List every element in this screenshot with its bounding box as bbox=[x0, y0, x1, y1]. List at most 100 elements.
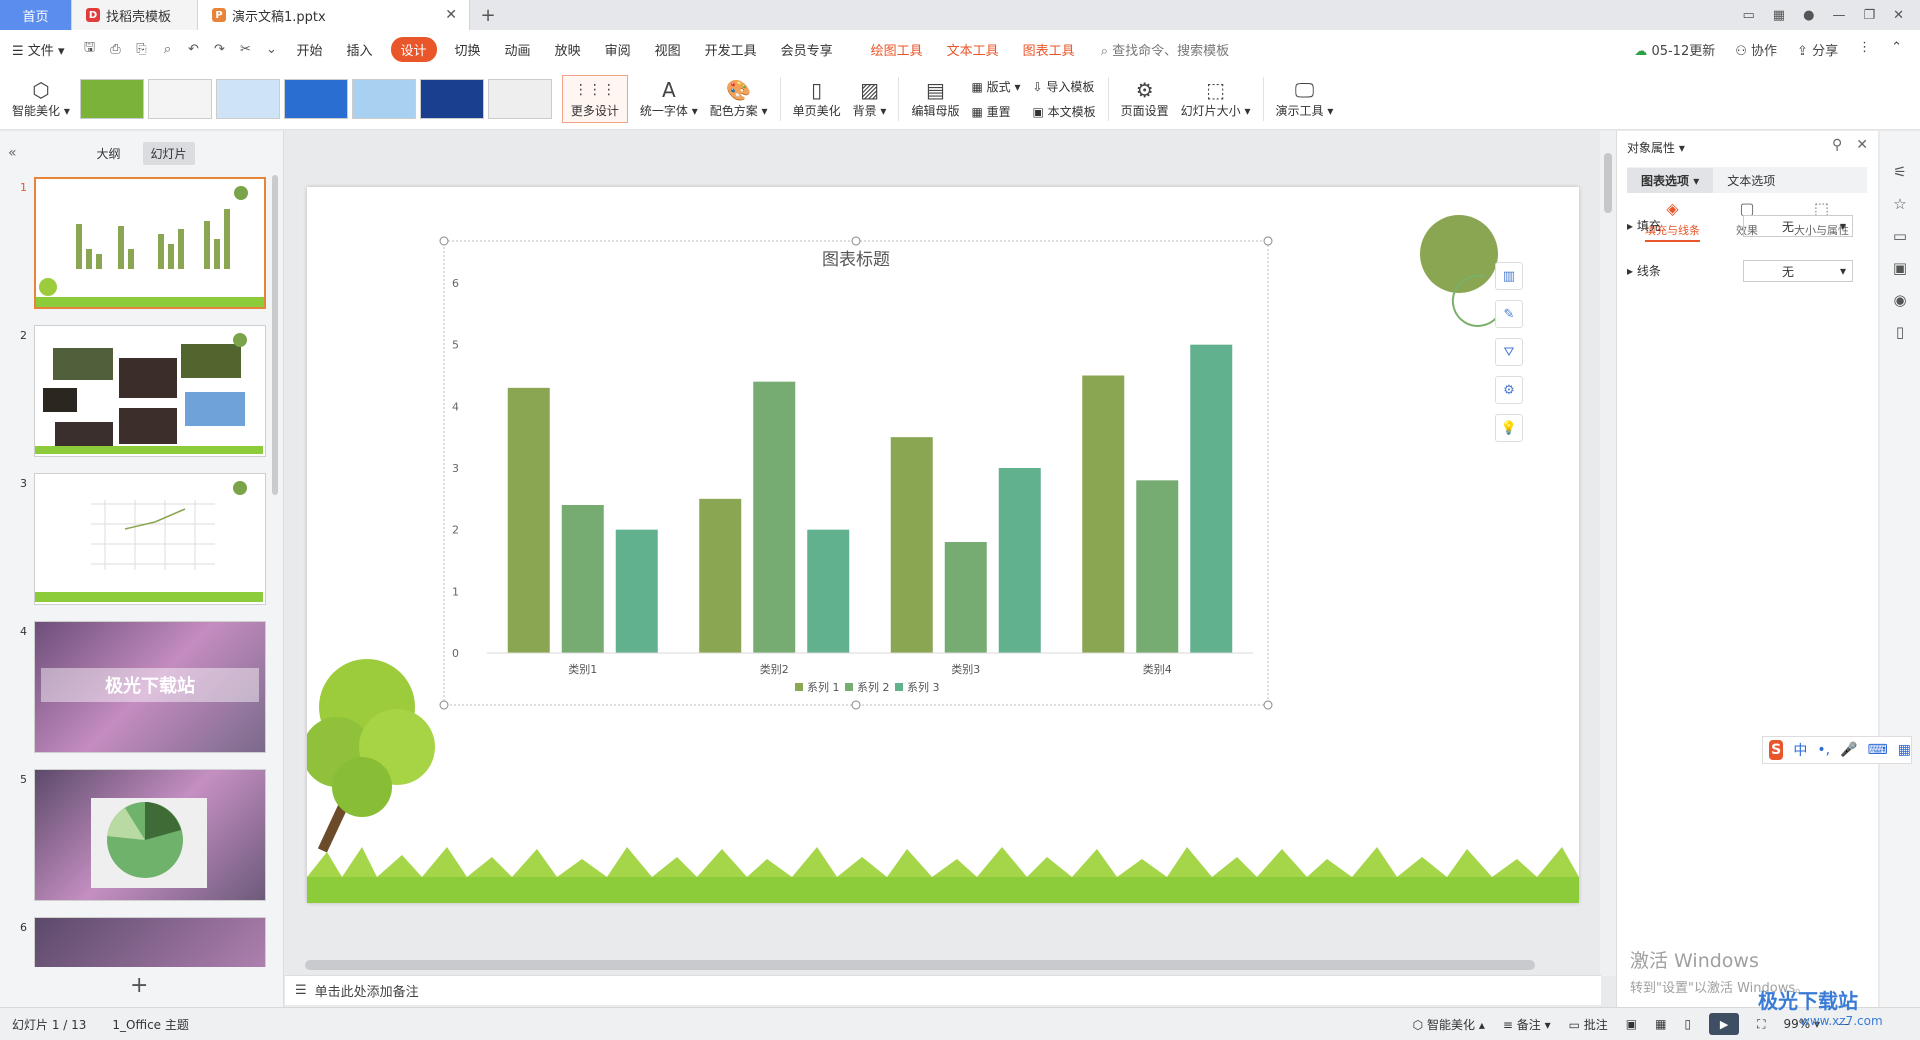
background-button[interactable]: ▨ 背景 ▾ bbox=[847, 71, 893, 127]
chart-bar[interactable] bbox=[615, 529, 658, 653]
pin-icon[interactable]: ⚲ bbox=[1832, 137, 1842, 153]
resize-handle[interactable] bbox=[851, 236, 861, 246]
save-icon[interactable]: 🖫 bbox=[76, 38, 102, 60]
chart-elements-icon[interactable]: ▥ bbox=[1495, 262, 1523, 290]
slide-thumbnail-1[interactable]: 1 bbox=[0, 177, 284, 315]
comment-icon[interactable]: ▭ bbox=[1893, 227, 1907, 245]
template-thumb-5[interactable] bbox=[351, 78, 416, 119]
close-window-icon[interactable]: ✕ bbox=[1893, 8, 1904, 23]
menu-text-tools[interactable]: 文本工具 bbox=[935, 40, 1011, 59]
single-page-beautify-button[interactable]: ▯ 单页美化 bbox=[787, 71, 847, 127]
apps-grid-icon[interactable]: ▦ bbox=[1898, 742, 1911, 758]
template-thumb-6[interactable] bbox=[419, 78, 484, 119]
tab-template[interactable]: D 找稻壳模板 bbox=[72, 0, 198, 30]
reading-view-icon[interactable]: ▯ bbox=[1684, 1017, 1691, 1031]
new-tab-button[interactable]: + bbox=[470, 0, 506, 30]
tab-document[interactable]: P 演示文稿1.pptx ✕ bbox=[198, 0, 470, 30]
fit-window-icon[interactable]: ⛶ bbox=[1757, 1017, 1765, 1032]
chart-bar[interactable] bbox=[1136, 480, 1179, 653]
slide-thumbnail-3[interactable]: 3 bbox=[0, 473, 284, 611]
tab-outline[interactable]: 大纲 bbox=[88, 142, 128, 165]
this-template-button[interactable]: ▣ 本文模板 bbox=[1032, 103, 1095, 120]
keyboard-icon[interactable]: ⌨ bbox=[1868, 742, 1888, 758]
menu-animation[interactable]: 动画 bbox=[493, 40, 543, 59]
update-button[interactable]: ☁ 05-12更新 bbox=[1634, 40, 1715, 59]
unify-font-button[interactable]: A 统一字体 ▾ bbox=[634, 71, 704, 127]
file-menu[interactable]: ☰ 文件 ▾ bbox=[0, 40, 76, 59]
chart-legend[interactable]: 系列 1 系列 2 系列 3 bbox=[795, 680, 940, 694]
reset-button[interactable]: ▦ 重置 bbox=[971, 103, 1020, 120]
theme-name[interactable]: 1_Office 主题 bbox=[112, 1016, 188, 1033]
slide-thumbnail-4[interactable]: 4 极光下载站 bbox=[0, 621, 284, 759]
slide-thumbnail-2[interactable]: 2 bbox=[0, 325, 284, 463]
share-button[interactable]: ⇪ 分享 bbox=[1797, 40, 1838, 59]
template-thumb-2[interactable] bbox=[147, 78, 212, 119]
close-tab-icon[interactable]: ✕ bbox=[445, 7, 457, 23]
slide-thumbnail-6[interactable]: 6 bbox=[0, 917, 284, 967]
preview-icon[interactable]: ⌕ bbox=[154, 42, 180, 57]
menu-start[interactable]: 开始 bbox=[284, 40, 334, 59]
chart-bar[interactable] bbox=[561, 505, 604, 653]
menu-member[interactable]: 会员专享 bbox=[769, 40, 845, 59]
import-template-button[interactable]: ⇩ 导入模板 bbox=[1032, 78, 1095, 95]
animation-star-icon[interactable]: ☆ bbox=[1893, 195, 1906, 213]
minimize-icon[interactable]: — bbox=[1832, 8, 1845, 23]
normal-view-icon[interactable]: ▣ bbox=[1626, 1017, 1637, 1031]
resize-handle[interactable] bbox=[439, 236, 449, 246]
resize-handle[interactable] bbox=[439, 700, 449, 710]
quick-access-chevron-icon[interactable]: ⌄ bbox=[258, 42, 284, 57]
notes-toggle[interactable]: ≡ 备注 ▾ bbox=[1503, 1016, 1551, 1033]
menu-design[interactable]: 设计 bbox=[390, 36, 437, 62]
fill-select[interactable]: 无 ▾ bbox=[1743, 215, 1853, 237]
smart-beautify-status[interactable]: ⬡ 智能美化 ▴ bbox=[1413, 1016, 1485, 1033]
chart-bar[interactable] bbox=[1190, 344, 1233, 653]
chart-bar[interactable] bbox=[944, 542, 987, 653]
horizontal-scrollbar[interactable] bbox=[305, 960, 1535, 970]
add-slide-icon[interactable]: + bbox=[130, 973, 148, 998]
redo-icon[interactable]: ↷ bbox=[206, 42, 232, 57]
current-slide[interactable]: 图表标题 0 1 2 3 4 5 6 类别1 类别2 类别3 类别4 系列 1 系列 2 系列 3 bbox=[307, 187, 1579, 903]
menu-insert[interactable]: 插入 bbox=[335, 40, 385, 59]
properties-sliders-icon[interactable]: ⚟ bbox=[1893, 163, 1906, 181]
notes-area[interactable]: ☰ 单击此处添加备注 bbox=[285, 975, 1601, 1005]
vertical-scrollbar[interactable] bbox=[1600, 131, 1616, 976]
comments-toggle[interactable]: ▭ 批注 bbox=[1569, 1016, 1608, 1033]
collapse-panel-icon[interactable]: « bbox=[8, 145, 17, 161]
menu-transition[interactable]: 切换 bbox=[443, 40, 493, 59]
ime-mode[interactable]: 中 bbox=[1793, 740, 1807, 760]
template-thumb-3[interactable] bbox=[215, 78, 280, 119]
menu-slideshow[interactable]: 放映 bbox=[543, 40, 593, 59]
undo-icon[interactable]: ↶ bbox=[180, 42, 206, 57]
chart-bar[interactable] bbox=[890, 437, 933, 653]
chart-bar[interactable] bbox=[807, 529, 850, 653]
chart-idea-bulb-icon[interactable]: 💡 bbox=[1495, 414, 1523, 442]
chart-settings-icon[interactable]: ⚙ bbox=[1495, 376, 1523, 404]
notes-toggle-icon[interactable]: ☰ bbox=[295, 983, 307, 998]
menu-developer[interactable]: 开发工具 bbox=[693, 40, 769, 59]
layout-button[interactable]: ▦ 版式 ▾ bbox=[971, 78, 1020, 95]
slide-size-button[interactable]: ⬚ 幻灯片大小 ▾ bbox=[1175, 71, 1257, 127]
present-tools-button[interactable]: 🖵 演示工具 ▾ bbox=[1270, 71, 1340, 127]
template-thumb-4[interactable] bbox=[283, 78, 348, 119]
more-design-button[interactable]: ⋮⋮⋮ 更多设计 bbox=[561, 74, 628, 123]
chart-style-brush-icon[interactable]: ✎ bbox=[1495, 300, 1523, 328]
page-setup-button[interactable]: ⚙ 页面设置 bbox=[1115, 71, 1175, 127]
layout-icon[interactable]: ▭ bbox=[1743, 8, 1755, 23]
chart-bar[interactable] bbox=[1082, 375, 1125, 654]
fill-dropdown[interactable]: 无 ▾ bbox=[1743, 215, 1853, 237]
play-slideshow-button[interactable]: ▶ bbox=[1709, 1013, 1740, 1035]
tab-home[interactable]: 首页 bbox=[0, 0, 72, 30]
avatar[interactable]: ● bbox=[1803, 8, 1814, 23]
command-search[interactable]: ⌕ 查找命令、搜索模板 bbox=[1087, 40, 1229, 59]
location-icon[interactable]: ◉ bbox=[1893, 291, 1906, 309]
collapse-ribbon-icon[interactable]: ⌃ bbox=[1891, 40, 1902, 59]
menu-review[interactable]: 审阅 bbox=[593, 40, 643, 59]
color-scheme-button[interactable]: 🎨 配色方案 ▾ bbox=[704, 71, 774, 127]
close-panel-icon[interactable]: ✕ bbox=[1856, 137, 1868, 153]
ime-toolbar[interactable]: S 中 •, 🎤 ⌨ ▦ bbox=[1762, 736, 1912, 764]
tab-text-options[interactable]: 文本选项 bbox=[1713, 168, 1789, 193]
line-dropdown[interactable]: 无 ▾ bbox=[1743, 260, 1853, 282]
print-icon[interactable]: ⎘ bbox=[128, 42, 154, 57]
line-select[interactable]: 无 ▾ bbox=[1743, 260, 1853, 282]
chart-bar[interactable] bbox=[998, 468, 1041, 653]
